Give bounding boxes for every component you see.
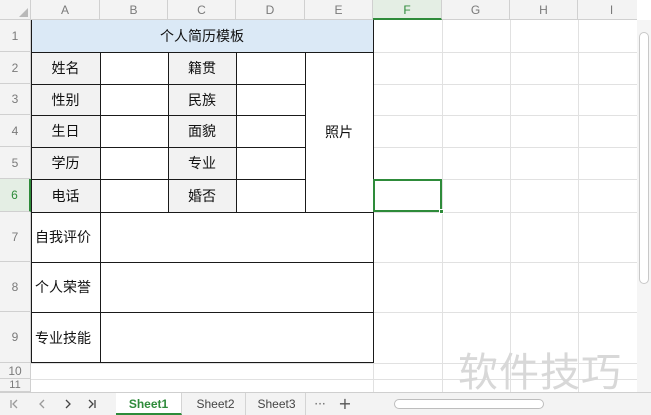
row-header-9[interactable]: 9 bbox=[0, 312, 31, 363]
row-header-2[interactable]: 2 bbox=[0, 52, 31, 84]
column-header-d[interactable]: D bbox=[236, 0, 305, 20]
label-major[interactable]: 专业 bbox=[168, 147, 236, 179]
horizontal-scrollbar[interactable] bbox=[370, 397, 640, 411]
label-birthday[interactable]: 生日 bbox=[31, 115, 100, 147]
horizontal-scroll-thumb[interactable] bbox=[394, 399, 544, 409]
value-name-cell[interactable] bbox=[100, 52, 168, 84]
value-birthday-cell[interactable] bbox=[100, 115, 168, 147]
vertical-scroll-thumb[interactable] bbox=[639, 32, 649, 284]
value-marital-cell[interactable] bbox=[236, 179, 305, 212]
label-phone[interactable]: 电话 bbox=[31, 179, 100, 212]
label-honors[interactable]: 个人荣誉 bbox=[31, 262, 100, 312]
column-header-f[interactable]: F bbox=[373, 0, 442, 20]
value-native-place-cell[interactable] bbox=[236, 52, 305, 84]
column-header-i[interactable]: I bbox=[578, 0, 637, 20]
prev-sheet-icon[interactable] bbox=[34, 396, 50, 412]
value-honors-cell[interactable] bbox=[100, 262, 373, 312]
tab-sheet2[interactable]: Sheet2 bbox=[186, 393, 246, 415]
tab-sheet1[interactable]: Sheet1 bbox=[116, 393, 182, 415]
value-skills-cell[interactable] bbox=[100, 312, 373, 363]
row-header-3[interactable]: 3 bbox=[0, 84, 31, 115]
column-header-b[interactable]: B bbox=[100, 0, 168, 20]
fill-handle[interactable] bbox=[439, 209, 444, 214]
row-header-7[interactable]: 7 bbox=[0, 212, 31, 262]
value-gender-cell[interactable] bbox=[100, 84, 168, 115]
label-native-place[interactable]: 籍贯 bbox=[168, 52, 236, 84]
column-header-a[interactable]: A bbox=[31, 0, 100, 20]
vertical-scrollbar[interactable] bbox=[637, 20, 651, 392]
row-header-10[interactable]: 10 bbox=[0, 363, 31, 379]
value-phone-cell[interactable] bbox=[100, 179, 168, 212]
spreadsheet-grid[interactable]: A B C D E F G H I 1 2 3 4 5 6 7 8 9 10 1… bbox=[0, 0, 637, 392]
column-header-e[interactable]: E bbox=[305, 0, 373, 20]
label-ethnicity[interactable]: 民族 bbox=[168, 84, 236, 115]
next-sheet-icon[interactable] bbox=[60, 396, 76, 412]
row-header-6[interactable]: 6 bbox=[0, 179, 31, 212]
more-sheets-button[interactable]: ··· bbox=[312, 396, 328, 412]
value-education-cell[interactable] bbox=[100, 147, 168, 179]
label-name[interactable]: 姓名 bbox=[31, 52, 100, 84]
row-header-4[interactable]: 4 bbox=[0, 115, 31, 147]
value-ethnicity-cell[interactable] bbox=[236, 84, 305, 115]
label-marital[interactable]: 婚否 bbox=[168, 179, 236, 212]
column-header-g[interactable]: G bbox=[442, 0, 510, 20]
resume-title-cell[interactable]: 个人简历模板 bbox=[31, 20, 373, 52]
column-header-c[interactable]: C bbox=[168, 0, 236, 20]
label-gender[interactable]: 性别 bbox=[31, 84, 100, 115]
label-education[interactable]: 学历 bbox=[31, 147, 100, 179]
select-all-corner[interactable] bbox=[0, 0, 31, 20]
row-header-11[interactable]: 11 bbox=[0, 379, 31, 392]
sheet-tab-bar: Sheet1 Sheet2 Sheet3 ··· + bbox=[0, 392, 651, 415]
active-cell-selection[interactable] bbox=[373, 179, 444, 214]
row-header-5[interactable]: 5 bbox=[0, 147, 31, 179]
row-header-8[interactable]: 8 bbox=[0, 262, 31, 312]
tab-sheet3[interactable]: Sheet3 bbox=[248, 393, 306, 415]
label-self-evaluation[interactable]: 自我评价 bbox=[31, 212, 100, 262]
photo-cell[interactable]: 照片 bbox=[305, 52, 373, 212]
add-sheet-button[interactable]: + bbox=[337, 396, 353, 412]
label-political[interactable]: 面貌 bbox=[168, 115, 236, 147]
row-header-1[interactable]: 1 bbox=[0, 20, 31, 52]
last-sheet-icon[interactable] bbox=[84, 396, 100, 412]
first-sheet-icon[interactable] bbox=[6, 396, 22, 412]
column-header-h[interactable]: H bbox=[510, 0, 578, 20]
watermark-text: 软件技巧 bbox=[458, 350, 622, 396]
value-political-cell[interactable] bbox=[236, 115, 305, 147]
value-major-cell[interactable] bbox=[236, 147, 305, 179]
value-self-evaluation-cell[interactable] bbox=[100, 212, 373, 262]
label-skills[interactable]: 专业技能 bbox=[31, 312, 100, 363]
